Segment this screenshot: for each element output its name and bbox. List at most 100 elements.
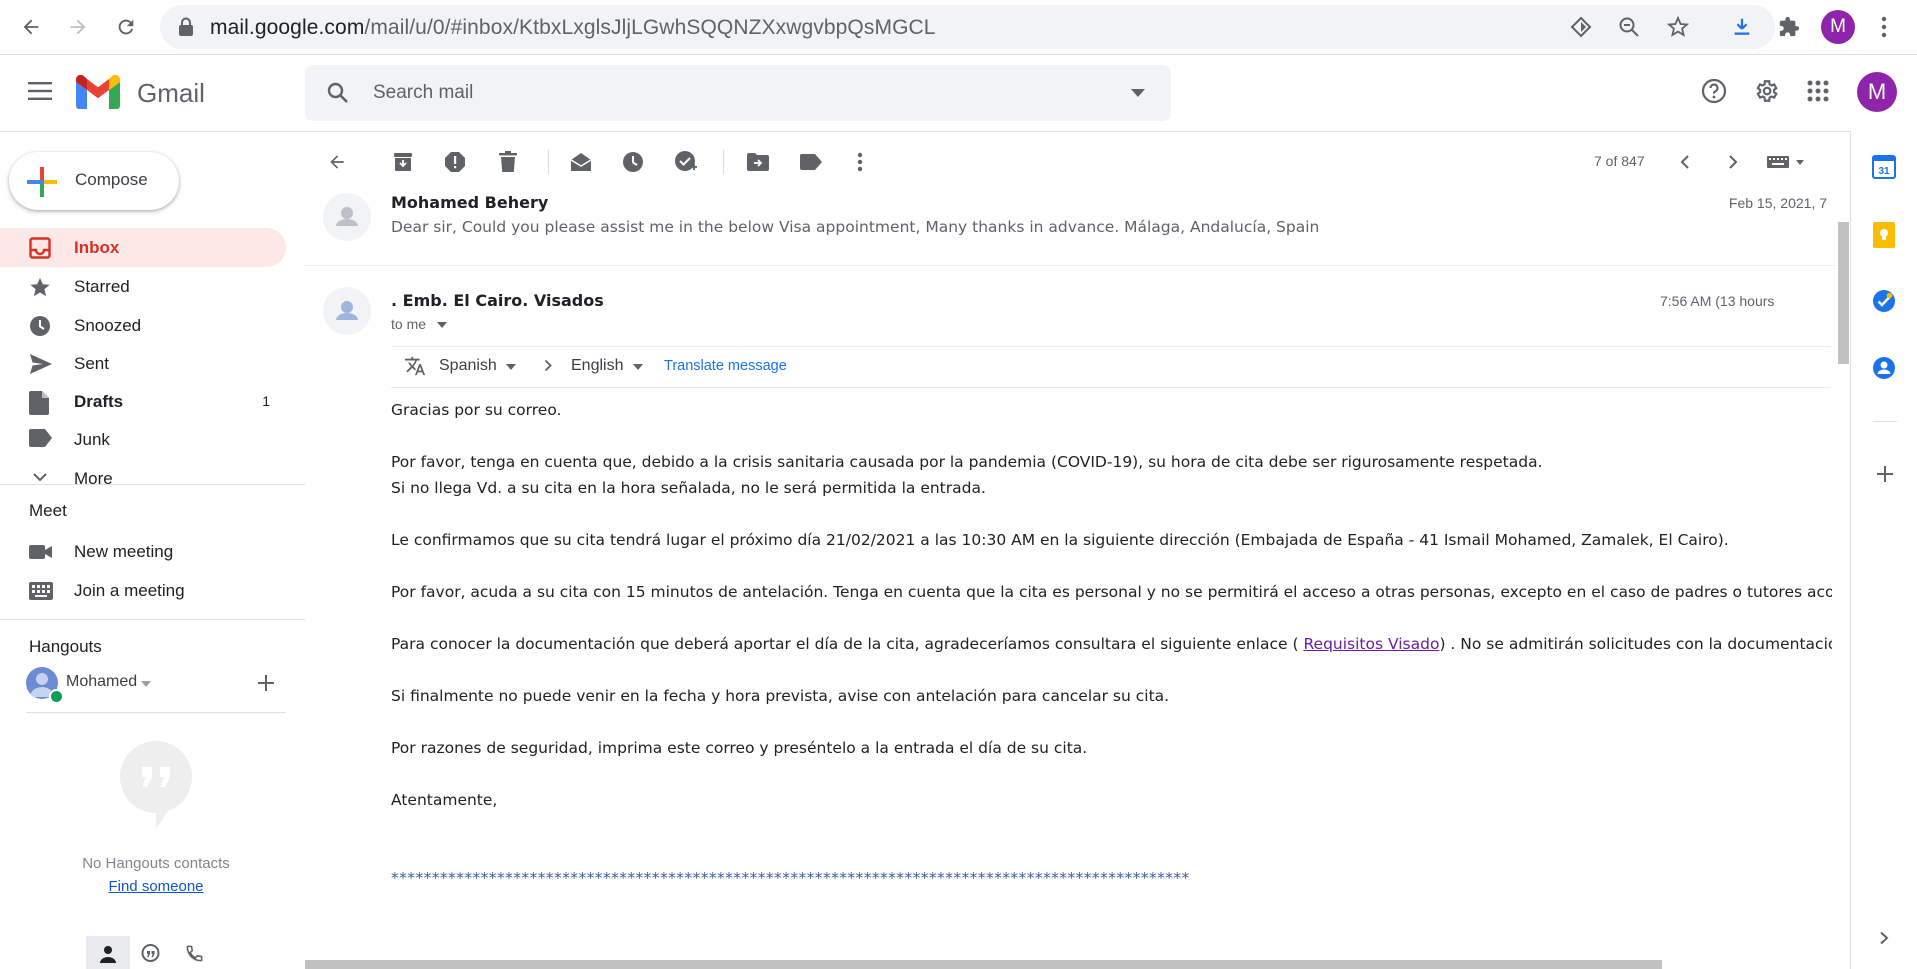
body-paragraph-3: Le confirmamos que su cita tendrá lugar … [391,531,1729,549]
report-spam-icon[interactable] [440,147,470,177]
nav-label-drafts: Drafts [74,392,124,411]
labels-icon[interactable] [796,147,826,177]
nav-item-drafts[interactable]: Drafts 1 [0,382,286,421]
apps-grid-icon[interactable] [1807,80,1829,102]
body-paragraph-1: Gracias por su correo. [391,401,562,419]
toolbar-divider-2 [723,150,724,174]
toolbar-divider [548,150,549,174]
browser-profile-avatar[interactable]: M [1821,10,1855,44]
recipient-text: to me [391,316,427,332]
label-icon [29,429,52,451]
search-input[interactable]: Search mail [373,82,473,104]
visa-requirements-link[interactable]: Requisitos Visado [1303,635,1439,653]
message-snippet: Dear sir, Could you please assist me in … [391,218,1320,236]
keep-icon[interactable] [1873,222,1895,248]
hangouts-user-name[interactable]: Mohamed [66,673,137,691]
nav-item-inbox[interactable]: Inbox [0,228,286,267]
tasks-icon[interactable] [1872,289,1896,313]
main-menu-icon[interactable] [28,82,52,100]
recipient-details-icon[interactable] [437,322,447,328]
join-meeting-button[interactable]: Join a meeting [0,571,286,610]
lock-icon[interactable] [178,17,194,37]
nav-label-sent: Sent [74,354,109,373]
vertical-scrollbar-thumb[interactable] [1838,222,1849,364]
find-someone-link[interactable]: Find someone [0,878,312,895]
source-language-dropdown-icon[interactable] [506,364,516,370]
input-tools-icon[interactable] [1764,147,1810,177]
mark-unread-icon[interactable] [566,147,596,177]
keyboard-icon [29,580,53,602]
get-addons-plus-icon[interactable] [1877,466,1893,482]
reload-icon[interactable] [110,11,142,43]
chevron-right-icon [544,359,552,372]
nav-divider-2 [0,619,305,620]
new-meeting-button[interactable]: New meeting [0,532,286,571]
horizontal-scrollbar-thumb[interactable] [305,960,1662,969]
nav-label-starred: Starred [74,277,130,296]
search-options-icon[interactable] [1131,89,1145,97]
inbox-icon [29,237,51,259]
address-bar[interactable]: mail.google.com/mail/u/0/#inbox/KtbxLxgl… [160,5,1775,49]
move-to-icon[interactable] [743,147,773,177]
snooze-icon[interactable] [618,147,648,177]
body-paragraph-5b: ) . No se admitirán solicitudes con la d… [1439,635,1832,653]
support-icon[interactable] [1701,78,1727,104]
back-icon[interactable] [15,11,47,43]
pagination-text: 7 of 847 [1594,153,1645,169]
hangouts-user-dropdown-icon[interactable] [141,681,151,687]
browser-menu-icon[interactable] [1868,11,1900,43]
nav-item-more[interactable]: More [0,459,286,485]
no-contacts-text: No Hangouts contacts [82,855,230,872]
phone-tab-icon[interactable] [185,944,204,963]
open-sender-name: . Emb. El Cairo. Visados [391,291,604,310]
gmail-logo-icon[interactable] [76,75,120,109]
download-icon[interactable] [1726,11,1758,43]
sender-name: Mohamed Behery [391,193,549,212]
site-settings-icon[interactable] [1570,16,1592,38]
sender-avatar [323,193,371,241]
body-paragraph-5a: Para conocer la documentación que deberá… [391,635,1304,653]
older-chevron-icon[interactable] [1718,147,1748,177]
more-options-icon[interactable] [845,147,875,177]
translate-message-link[interactable]: Translate message [664,358,787,374]
gmail-wordmark: Gmail [137,78,205,108]
bookmark-star-icon[interactable] [1666,15,1690,39]
settings-gear-icon[interactable] [1753,78,1779,104]
nav-label-more: More [74,469,113,485]
zoom-icon[interactable] [1618,16,1640,38]
translate-bar: Spanish English Translate message [391,346,1831,388]
message-date: Feb 15, 2021, 7 [1728,195,1827,211]
nav-item-snoozed[interactable]: Snoozed [0,306,286,345]
add-contact-icon[interactable] [258,675,274,691]
target-language-select[interactable]: English [571,357,623,375]
nav-item-junk[interactable]: Junk [0,420,286,459]
account-avatar[interactable]: M [1857,72,1897,112]
contacts-tab[interactable] [86,936,130,969]
add-to-tasks-icon[interactable] [671,147,701,177]
body-paragraph-2b: Si no llega Vd. a su cita en la hora señ… [391,479,986,497]
nav-item-sent[interactable]: Sent [0,344,286,383]
search-bar[interactable]: Search mail [305,65,1171,121]
delete-icon[interactable] [493,147,523,177]
source-language-select[interactable]: Spanish [439,357,497,375]
star-icon [29,276,51,298]
compose-plus-icon [27,167,57,197]
search-icon[interactable] [326,81,350,105]
person-icon [99,945,117,963]
conversations-tab-icon[interactable] [141,944,160,963]
back-to-inbox-icon[interactable] [322,147,352,177]
extensions-icon[interactable] [1773,11,1805,43]
calendar-icon[interactable]: 31 [1872,155,1896,179]
newer-chevron-icon[interactable] [1670,147,1700,177]
forward-icon[interactable] [62,11,94,43]
archive-icon[interactable] [388,147,418,177]
browser-toolbar: mail.google.com/mail/u/0/#inbox/KtbxLxgl… [0,0,1917,55]
contacts-icon[interactable] [1872,356,1896,380]
target-language-dropdown-icon[interactable] [633,364,643,370]
nav-item-starred[interactable]: Starred [0,267,286,306]
compose-button[interactable]: Compose [9,152,179,210]
body-paragraph-7: Por razones de seguridad, imprima este c… [391,739,1088,757]
body-paragraph-2a: Por favor, tenga en cuenta que, debido a… [391,453,1543,471]
show-side-panel-chevron-icon[interactable] [1879,931,1889,945]
collapsed-message[interactable]: Mohamed Behery Dear sir, Could you pleas… [305,189,1835,266]
